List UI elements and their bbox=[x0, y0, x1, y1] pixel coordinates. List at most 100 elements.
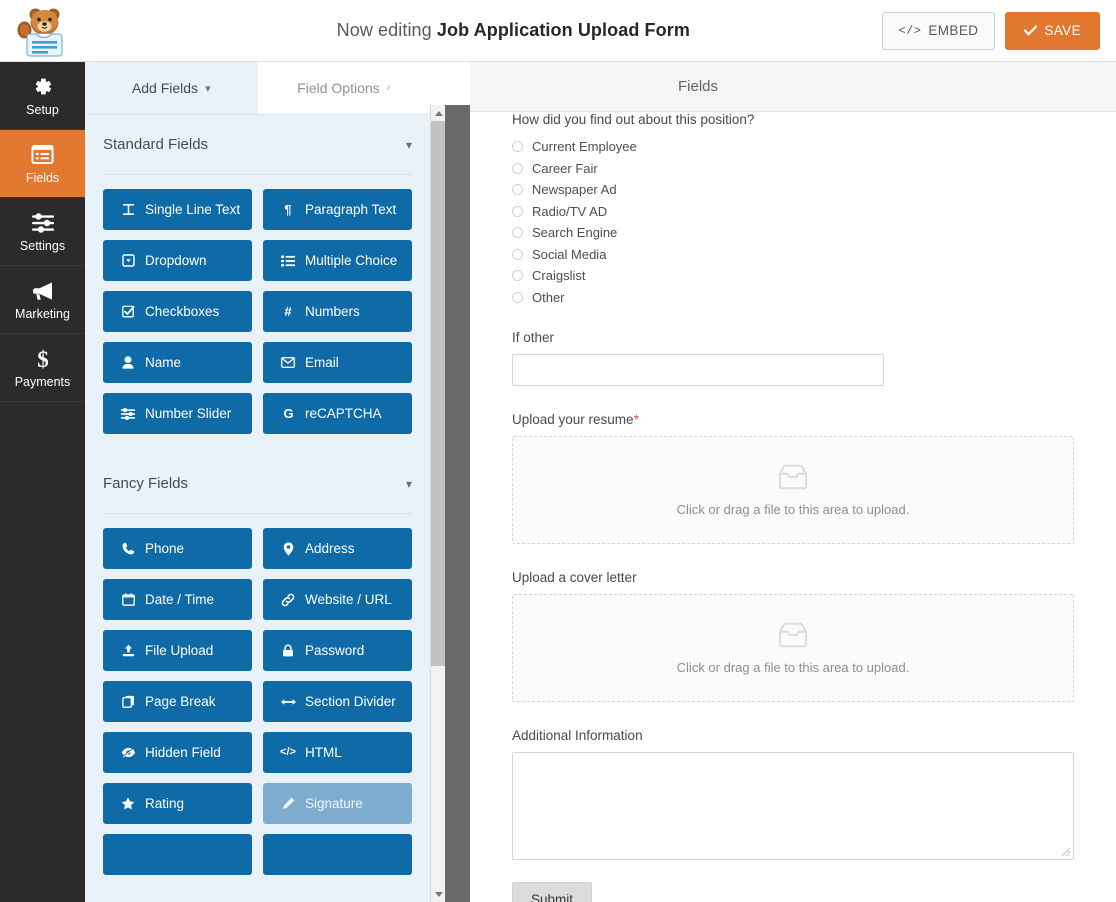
additional-info-textarea[interactable] bbox=[512, 752, 1074, 860]
field-button-signature[interactable]: Signature bbox=[263, 783, 412, 824]
field-button-date-time[interactable]: Date / Time bbox=[103, 579, 252, 620]
radio-button[interactable] bbox=[512, 141, 523, 152]
topbar-actions: </> EMBED SAVE bbox=[882, 12, 1116, 50]
radio-group: Current Employee Career Fair Newspaper A… bbox=[512, 136, 1074, 308]
field-upload-resume[interactable]: Upload your resume* Click or drag a file… bbox=[512, 412, 1074, 544]
field-button-address[interactable]: Address bbox=[263, 528, 412, 569]
save-button[interactable]: SAVE bbox=[1005, 12, 1100, 50]
submit-button[interactable]: Submit bbox=[512, 882, 592, 902]
field-button-label: Section Divider bbox=[305, 694, 396, 709]
section-header-fancy-fields[interactable]: Fancy Fields ▾ bbox=[103, 454, 412, 514]
sidebar-item-payments[interactable]: $ Payments bbox=[0, 334, 85, 402]
sidebar-item-setup[interactable]: Setup bbox=[0, 62, 85, 130]
radio-option[interactable]: Current Employee bbox=[512, 136, 1074, 158]
field-button-file-upload[interactable]: File Upload bbox=[103, 630, 252, 671]
resume-dropzone[interactable]: Click or drag a file to this area to upl… bbox=[512, 436, 1074, 544]
wpforms-builder: Now editing Job Application Upload Form … bbox=[0, 0, 1116, 902]
field-how-did-you-find-out[interactable]: How did you find out about this position… bbox=[512, 112, 1074, 308]
field-button-paragraph-text[interactable]: ¶ Paragraph Text bbox=[263, 189, 412, 230]
arrows-horizontal-icon bbox=[280, 697, 296, 707]
eye-slash-icon bbox=[120, 747, 136, 758]
radio-label: Radio/TV AD bbox=[532, 204, 607, 219]
radio-button[interactable] bbox=[512, 270, 523, 281]
left-nav: Setup Fields bbox=[0, 62, 85, 902]
field-upload-cover-letter[interactable]: Upload a cover letter Click or drag a fi… bbox=[512, 570, 1074, 702]
field-button-label: reCAPTCHA bbox=[305, 406, 382, 421]
field-button-name[interactable]: Name bbox=[103, 342, 252, 383]
sidebar-item-settings[interactable]: Settings bbox=[0, 198, 85, 266]
hash-icon: # bbox=[280, 305, 296, 318]
field-button-single-line-text[interactable]: Single Line Text bbox=[103, 189, 252, 230]
pilcrow-icon: ¶ bbox=[280, 203, 296, 216]
dropzone-text: Click or drag a file to this area to upl… bbox=[677, 502, 910, 517]
panel-scrollbar[interactable] bbox=[430, 105, 445, 902]
field-button-hidden-field[interactable]: Hidden Field bbox=[103, 732, 252, 773]
radio-option[interactable]: Radio/TV AD bbox=[512, 201, 1074, 223]
radio-button[interactable] bbox=[512, 249, 523, 260]
sidebar-item-fields[interactable]: Fields bbox=[0, 130, 85, 198]
radio-option[interactable]: Newspaper Ad bbox=[512, 179, 1074, 201]
logo-container bbox=[0, 0, 85, 62]
pencil-icon bbox=[280, 797, 296, 810]
field-button-website-url[interactable]: Website / URL bbox=[263, 579, 412, 620]
field-button-partial-right[interactable] bbox=[263, 834, 412, 875]
sidebar-item-marketing[interactable]: Marketing bbox=[0, 266, 85, 334]
radio-option[interactable]: Social Media bbox=[512, 244, 1074, 266]
field-button-numbers[interactable]: # Numbers bbox=[263, 291, 412, 332]
field-button-label: Email bbox=[305, 355, 339, 370]
chevron-down-icon: ▾ bbox=[205, 82, 211, 95]
radio-button[interactable] bbox=[512, 206, 523, 217]
field-button-label: Phone bbox=[145, 541, 184, 556]
scrollbar-down-arrow[interactable] bbox=[431, 886, 446, 902]
field-button-number-slider[interactable]: Number Slider bbox=[103, 393, 252, 434]
if-other-input[interactable] bbox=[512, 354, 884, 386]
google-g-icon: G bbox=[280, 407, 296, 420]
field-if-other[interactable]: If other bbox=[512, 330, 1074, 386]
scrollbar-up-arrow[interactable] bbox=[431, 105, 446, 121]
chevron-down-icon bbox=[435, 892, 443, 897]
section-header-standard-fields[interactable]: Standard Fields ▾ bbox=[103, 115, 412, 175]
radio-option[interactable]: Craigslist bbox=[512, 265, 1074, 287]
sliders-icon bbox=[31, 211, 55, 235]
field-button-phone[interactable]: Phone bbox=[103, 528, 252, 569]
field-button-rating[interactable]: Rating bbox=[103, 783, 252, 824]
embed-button-label: EMBED bbox=[928, 23, 978, 38]
star-icon bbox=[120, 797, 136, 810]
form-preview: How did you find out about this position… bbox=[470, 112, 1116, 902]
add-fields-panel: Add Fields ▾ Field Options › Standard Fi… bbox=[85, 62, 430, 902]
radio-button[interactable] bbox=[512, 184, 523, 195]
radio-option[interactable]: Career Fair bbox=[512, 158, 1074, 180]
cover-letter-dropzone[interactable]: Click or drag a file to this area to upl… bbox=[512, 594, 1074, 702]
radio-option[interactable]: Other bbox=[512, 287, 1074, 309]
embed-button[interactable]: </> EMBED bbox=[882, 12, 996, 50]
field-button-html[interactable]: </> HTML bbox=[263, 732, 412, 773]
field-button-label: Name bbox=[145, 355, 181, 370]
radio-option[interactable]: Search Engine bbox=[512, 222, 1074, 244]
standard-fields-grid: Single Line Text ¶ Paragraph Text Dropdo… bbox=[103, 189, 412, 434]
sidebar-item-label: Marketing bbox=[15, 308, 70, 321]
wpforms-bear-logo bbox=[15, 5, 71, 57]
resize-grip-icon[interactable] bbox=[1061, 847, 1071, 857]
tab-field-options[interactable]: Field Options › bbox=[258, 62, 431, 115]
field-button-multiple-choice[interactable]: Multiple Choice bbox=[263, 240, 412, 281]
user-icon bbox=[120, 356, 136, 369]
field-additional-information[interactable]: Additional Information bbox=[512, 728, 1074, 860]
required-asterisk: * bbox=[634, 411, 639, 427]
field-button-partial-left[interactable] bbox=[103, 834, 252, 875]
radio-button[interactable] bbox=[512, 227, 523, 238]
tab-add-fields[interactable]: Add Fields ▾ bbox=[85, 62, 258, 115]
field-button-section-divider[interactable]: Section Divider bbox=[263, 681, 412, 722]
radio-button[interactable] bbox=[512, 292, 523, 303]
field-button-label: Checkboxes bbox=[145, 304, 219, 319]
field-button-recaptcha[interactable]: G reCAPTCHA bbox=[263, 393, 412, 434]
field-button-email[interactable]: Email bbox=[263, 342, 412, 383]
field-button-label: Date / Time bbox=[145, 592, 214, 607]
field-button-password[interactable]: Password bbox=[263, 630, 412, 671]
field-button-label: Address bbox=[305, 541, 355, 556]
field-button-dropdown[interactable]: Dropdown bbox=[103, 240, 252, 281]
radio-button[interactable] bbox=[512, 163, 523, 174]
field-button-page-break[interactable]: Page Break bbox=[103, 681, 252, 722]
field-button-label: Multiple Choice bbox=[305, 253, 397, 268]
field-button-checkboxes[interactable]: Checkboxes bbox=[103, 291, 252, 332]
scrollbar-thumb[interactable] bbox=[431, 121, 446, 666]
